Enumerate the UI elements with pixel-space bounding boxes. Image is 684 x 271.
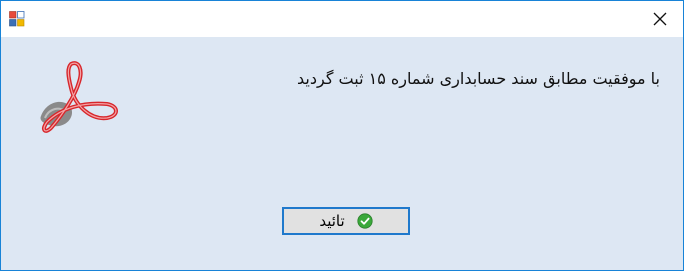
dialog-message: با موفقیت مطابق سند حسابداری شماره ۱۵ ثب… (297, 69, 660, 88)
check-circle-icon (357, 213, 373, 229)
close-button[interactable] (637, 1, 683, 37)
ok-button-label: تائید (319, 212, 345, 230)
dialog-window: با موفقیت مطابق سند حسابداری شماره ۱۵ ثب… (0, 0, 684, 271)
pdf-document-icon (40, 61, 118, 133)
dialog-body: با موفقیت مطابق سند حسابداری شماره ۱۵ ثب… (1, 37, 683, 270)
title-bar (1, 1, 683, 37)
close-icon (653, 12, 667, 26)
app-window-icon (9, 11, 25, 27)
ok-button[interactable]: تائید (282, 207, 410, 235)
